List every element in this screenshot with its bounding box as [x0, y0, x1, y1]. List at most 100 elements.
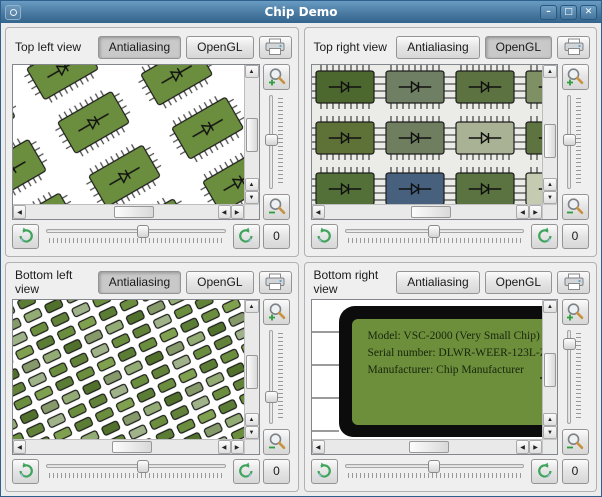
zoom-slider[interactable]	[262, 93, 292, 191]
graphics-view[interactable]: ▲ ▲ ▼ ◀ ◀ ▶	[310, 64, 558, 220]
scrollbar-groove[interactable]	[543, 78, 557, 178]
rotate-slider-handle[interactable]	[428, 460, 441, 473]
scroll-left-button[interactable]: ◀	[13, 205, 26, 219]
zoom-slider-handle[interactable]	[264, 134, 278, 147]
rotate-slider[interactable]	[343, 222, 527, 250]
rotate-right-button[interactable]	[232, 223, 260, 249]
close-button[interactable]: ✕	[580, 4, 597, 20]
print-button[interactable]	[258, 270, 292, 294]
rotate-right-button[interactable]	[232, 458, 260, 484]
scrollbar-groove[interactable]	[245, 78, 259, 178]
scroll-left-button-alt[interactable]: ◀	[217, 440, 231, 454]
minimize-button[interactable]: –	[540, 4, 557, 20]
zoom-slider[interactable]	[262, 328, 292, 426]
scroll-up-button-alt[interactable]: ▲	[244, 178, 259, 191]
scrollbar-handle[interactable]	[245, 355, 258, 389]
reset-button[interactable]: 0	[561, 458, 589, 484]
print-button[interactable]	[557, 270, 590, 294]
rotate-right-button[interactable]	[531, 458, 558, 484]
vertical-scrollbar[interactable]: ▲ ▲ ▼	[243, 65, 259, 204]
scrollbar-groove[interactable]	[26, 205, 218, 219]
zoom-out-button[interactable]	[263, 429, 290, 455]
titlebar[interactable]: Chip Demo – □ ✕	[1, 1, 601, 23]
print-button[interactable]	[258, 35, 292, 59]
vertical-scrollbar[interactable]: ▲ ▲ ▼	[243, 300, 259, 439]
scrollbar-handle[interactable]	[410, 206, 451, 218]
horizontal-scrollbar[interactable]: ◀ ◀ ▶	[13, 439, 244, 454]
zoom-slider-handle[interactable]	[563, 337, 576, 350]
scrollbar-handle[interactable]	[544, 124, 556, 158]
rotate-left-button[interactable]	[12, 458, 39, 484]
zoom-out-button[interactable]	[263, 194, 290, 220]
scrollbar-groove[interactable]	[325, 205, 517, 219]
scroll-down-button[interactable]: ▼	[543, 191, 557, 204]
scroll-left-button[interactable]: ◀	[311, 440, 325, 454]
zoom-out-button[interactable]	[561, 429, 589, 455]
scroll-left-button-alt[interactable]: ◀	[217, 205, 231, 219]
reset-button[interactable]: 0	[263, 458, 290, 484]
zoom-slider[interactable]	[560, 328, 590, 426]
scrollbar-handle[interactable]	[408, 441, 449, 453]
scroll-up-button-alt[interactable]: ▲	[244, 413, 259, 426]
antialiasing-button[interactable]: Antialiasing	[396, 270, 480, 294]
scrollbar-groove[interactable]	[26, 440, 218, 454]
rotate-slider[interactable]	[44, 222, 228, 250]
scroll-up-button[interactable]: ▲	[543, 300, 557, 313]
scrollbar-groove[interactable]	[543, 313, 557, 413]
scrollbar-handle[interactable]	[114, 206, 155, 218]
rotate-slider-handle[interactable]	[428, 225, 441, 238]
maximize-button[interactable]: □	[560, 4, 577, 20]
scrollbar-handle[interactable]	[245, 118, 258, 152]
rotate-slider-handle[interactable]	[137, 225, 150, 238]
horizontal-scrollbar[interactable]: ◀ ◀ ▶	[13, 204, 244, 219]
scroll-left-button[interactable]: ◀	[311, 205, 325, 219]
rotate-slider[interactable]	[343, 457, 527, 485]
zoom-in-button[interactable]	[263, 299, 290, 325]
scroll-up-button-alt[interactable]: ▲	[543, 178, 557, 191]
graphics-view[interactable]: ▲ ▲ ▼ ◀ ◀ ▶	[12, 299, 260, 455]
scrollbar-handle[interactable]	[544, 353, 556, 387]
opengl-button[interactable]: OpenGL	[186, 35, 254, 59]
scroll-right-button[interactable]: ▶	[230, 205, 244, 219]
rotate-left-button[interactable]	[12, 223, 39, 249]
vertical-scrollbar[interactable]: ▲ ▲ ▼	[542, 65, 557, 204]
zoom-in-button[interactable]	[561, 64, 589, 90]
rotate-left-button[interactable]	[310, 458, 338, 484]
antialiasing-button[interactable]: Antialiasing	[396, 35, 480, 59]
scroll-right-button[interactable]: ▶	[529, 205, 542, 219]
scroll-up-button[interactable]: ▲	[244, 300, 259, 313]
antialiasing-button[interactable]: Antialiasing	[97, 270, 182, 294]
scrollbar-handle[interactable]	[112, 441, 153, 453]
rotate-slider-handle[interactable]	[137, 460, 150, 473]
rotate-right-button[interactable]	[531, 223, 558, 249]
scroll-up-button[interactable]: ▲	[244, 65, 259, 78]
opengl-button[interactable]: OpenGL	[484, 35, 552, 59]
vertical-scrollbar[interactable]: ▲ ▲ ▼	[542, 300, 557, 439]
zoom-in-button[interactable]	[561, 299, 589, 325]
print-button[interactable]	[557, 35, 590, 59]
horizontal-scrollbar[interactable]: ◀ ◀ ▶	[311, 204, 542, 219]
opengl-button[interactable]: OpenGL	[186, 270, 254, 294]
rotate-slider[interactable]	[44, 457, 228, 485]
reset-button[interactable]: 0	[561, 223, 589, 249]
scroll-right-button[interactable]: ▶	[230, 440, 244, 454]
scroll-left-button-alt[interactable]: ◀	[516, 440, 529, 454]
scrollbar-groove[interactable]	[325, 440, 517, 454]
zoom-slider[interactable]	[560, 93, 590, 191]
opengl-button[interactable]: OpenGL	[484, 270, 552, 294]
zoom-out-button[interactable]	[561, 194, 589, 220]
zoom-slider-handle[interactable]	[563, 134, 576, 147]
graphics-view[interactable]: Model: VSC-2000 (Very Small Chip) at 9 S…	[310, 299, 558, 455]
zoom-slider-handle[interactable]	[264, 390, 278, 403]
scroll-down-button[interactable]: ▼	[543, 426, 557, 439]
scroll-left-button[interactable]: ◀	[13, 440, 26, 454]
scroll-up-button[interactable]: ▲	[543, 65, 557, 78]
scroll-down-button[interactable]: ▼	[244, 426, 259, 439]
antialiasing-button[interactable]: Antialiasing	[97, 35, 182, 59]
scroll-right-button[interactable]: ▶	[529, 440, 542, 454]
zoom-in-button[interactable]	[263, 64, 290, 90]
graphics-view[interactable]: ▲ ▲ ▼ ◀ ◀ ▶	[12, 64, 260, 220]
reset-button[interactable]: 0	[263, 223, 290, 249]
window-menu-button[interactable]	[5, 4, 21, 20]
scroll-down-button[interactable]: ▼	[244, 191, 259, 204]
